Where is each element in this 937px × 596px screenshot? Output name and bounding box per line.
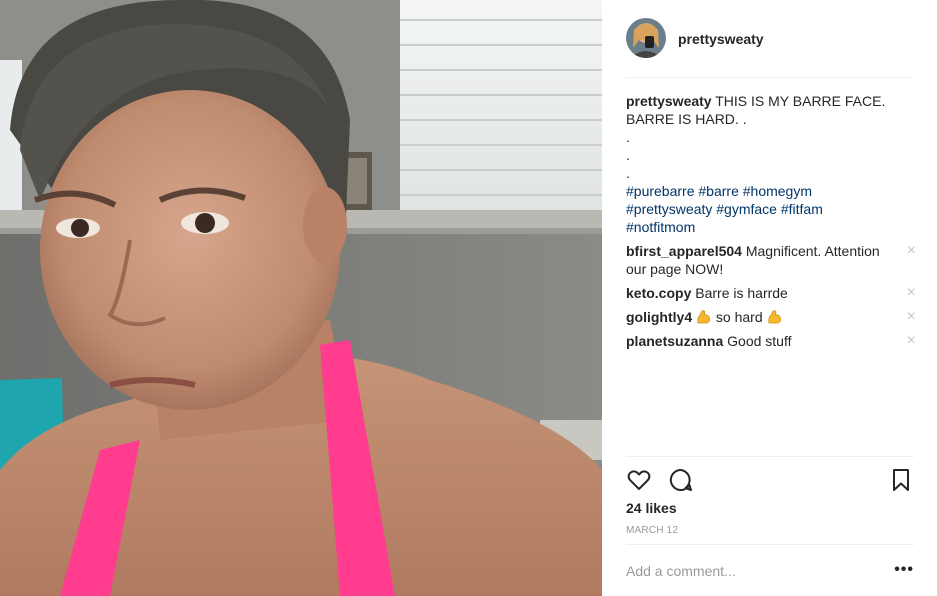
comment-item: keto.copy Barre is harrde × — [626, 284, 916, 302]
remove-comment-icon[interactable]: × — [907, 332, 916, 350]
comment-item: planetsuzanna Good stuff × — [626, 332, 916, 350]
selfie-photo-image — [0, 0, 602, 596]
comment-username[interactable]: bfirst_apparel504 — [626, 243, 742, 259]
flexed-biceps-emoji-icon — [697, 310, 711, 324]
avatar[interactable] — [626, 18, 666, 58]
comment-text: Good stuff — [727, 333, 792, 349]
post-photo[interactable] — [0, 0, 602, 596]
heart-icon[interactable] — [626, 467, 652, 493]
avatar-image — [626, 18, 666, 58]
comment-item: golightly4 so hard × — [626, 308, 916, 326]
comment-item: bfirst_apparel504 Magnificent. Attention… — [626, 242, 916, 278]
likes-count[interactable]: 24 likes — [626, 500, 677, 516]
hashtag-link[interactable]: #fitfam — [781, 201, 823, 217]
hashtag-link[interactable]: #purebarre — [626, 183, 695, 199]
post-actions-bar — [626, 456, 914, 500]
hashtag-link[interactable]: #prettysweaty — [626, 201, 712, 217]
add-comment-bar: ••• — [626, 544, 914, 596]
hashtag-link[interactable]: #homegym — [743, 183, 812, 199]
post-author-username[interactable]: prettysweaty — [678, 31, 764, 47]
remove-comment-icon[interactable]: × — [907, 284, 916, 302]
remove-comment-icon[interactable]: × — [907, 242, 916, 260]
post-date: MARCH 12 — [626, 525, 679, 536]
post-caption: prettysweaty THIS IS MY BARRE FACE. BARR… — [626, 92, 916, 236]
comment-username[interactable]: keto.copy — [626, 285, 691, 301]
post-header: prettysweaty — [626, 18, 914, 78]
more-options-button[interactable]: ••• — [894, 562, 914, 578]
bookmark-icon[interactable] — [888, 467, 914, 493]
post-details-panel: prettysweaty prettysweaty THIS IS MY BAR… — [602, 0, 937, 596]
comment-bubble-icon[interactable] — [668, 467, 694, 493]
hashtag-link[interactable]: #notfitmom — [626, 219, 695, 235]
hashtag-link[interactable]: #gymface — [716, 201, 777, 217]
caption-dot-line: . — [626, 129, 630, 145]
flexed-biceps-emoji-icon — [767, 310, 781, 324]
caption-dot-line: . — [626, 147, 630, 163]
comment-username[interactable]: planetsuzanna — [626, 333, 723, 349]
caption-dot-line: . — [626, 165, 630, 181]
comment-text: Barre is harrde — [695, 285, 788, 301]
comments-list: prettysweaty THIS IS MY BARRE FACE. BARR… — [626, 92, 916, 350]
remove-comment-icon[interactable]: × — [907, 308, 916, 326]
comment-username[interactable]: golightly4 — [626, 309, 692, 325]
hashtag-link[interactable]: #barre — [698, 183, 738, 199]
caption-username[interactable]: prettysweaty — [626, 93, 712, 109]
add-comment-input[interactable] — [626, 563, 876, 579]
comment-text: so hard — [715, 309, 763, 325]
